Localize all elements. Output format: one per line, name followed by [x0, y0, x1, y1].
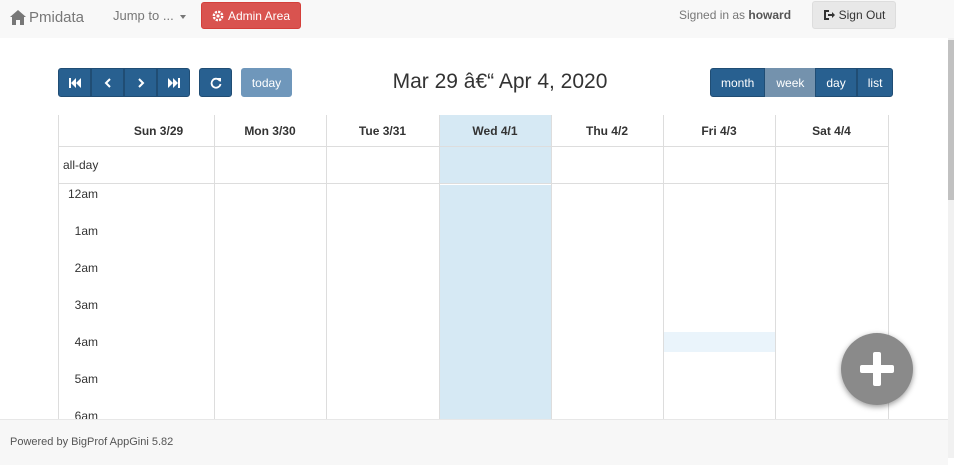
view-day-button[interactable]: day — [815, 68, 857, 97]
grid-hline — [58, 146, 889, 147]
prev-icon — [104, 77, 111, 88]
last-icon — [167, 77, 180, 88]
caret-down-icon — [179, 14, 186, 19]
signed-in-prefix: Signed in as — [679, 8, 746, 22]
today-column-highlight — [439, 115, 551, 419]
time-label: 4am — [74, 335, 98, 349]
day-header[interactable]: Tue 3/31 — [326, 115, 439, 146]
refresh-icon — [210, 77, 221, 89]
brand-link[interactable]: Pmidata — [10, 6, 84, 28]
view-list-button[interactable]: list — [856, 68, 894, 97]
next-icon — [137, 77, 144, 88]
today-button[interactable]: today — [241, 68, 292, 97]
day-header[interactable]: Thu 4/2 — [551, 115, 663, 146]
sign-out-label: Sign Out — [838, 8, 886, 22]
last-button[interactable] — [157, 68, 190, 97]
time-label: 5am — [74, 372, 98, 386]
view-month-button[interactable]: month — [710, 68, 766, 97]
time-label: 6am — [74, 409, 98, 419]
view-button-group: month week day list — [710, 68, 894, 97]
time-label: 3am — [74, 298, 98, 312]
time-label: 12am — [67, 187, 98, 201]
week-calendar: all-day Sun 3/29 Mon 3/30 Tue 3/31 Wed 4/1 T… — [58, 115, 889, 419]
next-button[interactable] — [124, 68, 157, 97]
signed-in-text: Signed in as howard — [679, 8, 791, 22]
allday-label: all-day — [63, 158, 99, 172]
calendar-title: Mar 29 â€“ Apr 4, 2020 — [392, 70, 608, 93]
navigation-button-group — [58, 68, 190, 97]
view-week-button[interactable]: week — [765, 68, 816, 97]
add-event-button[interactable] — [841, 333, 913, 405]
grid-vline — [214, 115, 215, 419]
username: howard — [748, 8, 792, 22]
day-header[interactable]: Mon 3/30 — [214, 115, 326, 146]
scrollbar-thumb[interactable] — [948, 40, 954, 200]
admin-area-button[interactable]: Admin Area — [201, 2, 301, 29]
jump-to-dropdown[interactable]: Jump to ... — [113, 8, 186, 23]
grid-vline — [326, 115, 327, 419]
grid-vline — [551, 115, 552, 419]
brand-label: Pmidata — [29, 8, 85, 26]
today-label: today — [251, 75, 282, 90]
sign-out-button[interactable]: Sign Out — [812, 1, 896, 29]
slot-highlight — [663, 332, 775, 352]
jump-to-label: Jump to ... — [113, 8, 174, 23]
footer: Powered by BigProf AppGini 5.82 — [0, 419, 948, 465]
logout-icon — [823, 10, 835, 20]
grid-vline — [663, 115, 664, 419]
day-header[interactable]: Fri 4/3 — [663, 115, 775, 146]
grid-hline — [58, 183, 889, 184]
time-label: 2am — [74, 261, 98, 275]
day-header[interactable]: Sat 4/4 — [775, 115, 888, 146]
refresh-button[interactable] — [199, 68, 232, 97]
day-header[interactable]: Wed 4/1 — [439, 115, 551, 146]
prev-button[interactable] — [91, 68, 124, 97]
time-label: 1am — [74, 224, 98, 238]
first-button[interactable] — [58, 68, 91, 97]
grid-vline — [775, 115, 776, 419]
cog-icon — [212, 10, 224, 21]
navbar: Pmidata Jump to ... Admin Area Signed in… — [0, 0, 954, 38]
first-icon — [68, 77, 81, 88]
plus-icon — [860, 352, 894, 386]
footer-text: Powered by BigProf AppGini 5.82 — [10, 436, 174, 448]
day-header[interactable]: Sun 3/29 — [103, 115, 214, 146]
grid-vline — [439, 115, 440, 419]
admin-area-label: Admin Area — [227, 8, 291, 23]
home-icon — [10, 9, 26, 25]
